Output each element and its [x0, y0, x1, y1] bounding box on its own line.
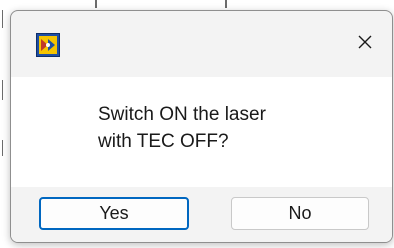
dialog-footer: Yes No	[11, 187, 392, 242]
message-dialog: Switch ON the laser with TEC OFF? Yes No	[10, 10, 393, 243]
dialog-titlebar	[11, 11, 392, 77]
background-tick	[2, 80, 3, 100]
yes-button[interactable]: Yes	[39, 197, 189, 230]
labview-app-icon	[36, 33, 60, 57]
no-button[interactable]: No	[231, 197, 369, 230]
dialog-message: Switch ON the laser with TEC OFF?	[98, 104, 266, 152]
dialog-content: Switch ON the laser with TEC OFF?	[11, 77, 392, 187]
close-button[interactable]	[338, 11, 392, 77]
background-tick	[2, 140, 3, 156]
background-tick	[225, 0, 227, 8]
screen: Switch ON the laser with TEC OFF? Yes No	[0, 0, 394, 248]
background-tick	[95, 0, 97, 8]
close-icon	[357, 34, 373, 55]
background-tick	[2, 10, 3, 28]
